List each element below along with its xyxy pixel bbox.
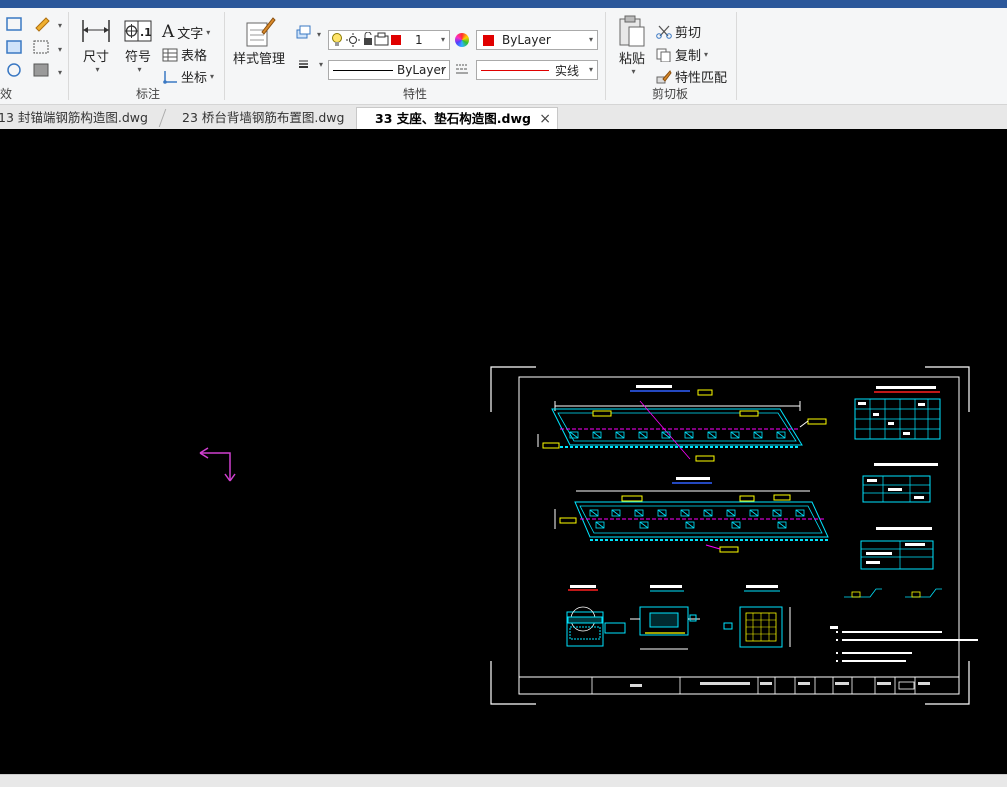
chevron-down-icon: ▾ [95,65,100,74]
svg-text:▾: ▾ [58,68,62,77]
ribbon: ▾ ▾ ▾ 效 尺寸 ▾ .1 符号 ▾ A 文字 ▾ 表格 坐标 ▾ 标注 样… [0,8,1007,105]
tab-label: 13 封锚端钢筋构造图.dwg [0,110,148,125]
symbol-icon: .1 [124,20,152,42]
chevron-down-icon: ▾ [588,35,593,44]
match-properties-button[interactable]: 特性匹配 [656,67,727,86]
chevron-down-icon: ▾ [137,65,142,74]
ucs-icon [199,447,236,482]
notes-block [830,626,978,662]
layer-state-icons [332,32,401,47]
title-bar [0,0,1007,8]
quantity-table-1 [854,386,941,440]
cut-button[interactable]: 剪切 [656,22,701,41]
color-swatch [483,34,494,46]
edit-tools-icon[interactable]: ▾ ▾ ▾ [4,14,64,80]
bearing-detail-1 [566,585,626,647]
group-label-partial: 效 [0,87,13,101]
drawing-canvas[interactable] [0,129,1007,774]
tab-label: 23 桥台背墙钢筋布置图.dwg [182,110,345,125]
cut-label: 剪切 [675,26,702,41]
partial-tools: ▾ ▾ ▾ [4,14,64,83]
upper-plan-view [537,385,827,462]
tab-document-33[interactable]: 33 支座、垫石构造图.dwg × [356,107,558,129]
style-manager-label: 样式管理 [232,52,285,67]
quantity-table-2 [862,463,938,503]
layer-select[interactable]: 1 ▾ [328,30,450,50]
text-a-icon: A [162,22,175,42]
table-button[interactable]: 表格 [162,45,207,64]
linetype-value: ByLayer [397,63,446,77]
chevron-down-icon: ▾ [631,67,636,76]
chevron-down-icon: ▾ [588,65,593,74]
upper-bearing-row [569,431,786,439]
svg-text:▾: ▾ [58,45,62,54]
match-properties-label: 特性匹配 [675,71,728,86]
dimension-label: 尺寸 [82,50,109,65]
chevron-down-icon: ▾ [440,65,445,74]
dimension-button[interactable]: 尺寸 ▾ [78,16,114,74]
lineweight-select[interactable]: 实线 ▾ [476,60,598,80]
tab-divider [158,109,167,127]
drawing-svg [199,366,978,705]
close-icon[interactable]: × [539,108,551,130]
bearing-detail-3 [723,585,791,648]
paste-icon [619,15,645,47]
layer-properties-icon[interactable]: ▾ [296,24,326,45]
svg-text:▾: ▾ [58,21,62,30]
lineweight-icon[interactable]: ▾ [298,57,328,74]
tab-document-23[interactable]: 23 桥台背墙钢筋布置图.dwg [178,107,348,129]
small-details [844,588,942,598]
lineweight-preview [481,69,549,71]
svg-text:▾: ▾ [319,60,323,69]
color-select[interactable]: ByLayer ▾ [476,30,598,50]
document-tabs: 13 封锚端钢筋构造图.dwg 23 桥台背墙钢筋布置图.dwg 33 支座、垫… [0,105,1007,130]
linetype-select[interactable]: ByLayer ▾ [328,60,450,80]
copy-label: 复制 [675,49,702,64]
group-label-properties: 特性 [402,87,427,101]
coordinate-icon [163,70,177,84]
linetype-preview [333,69,393,71]
symbol-label: 符号 [124,50,151,65]
chevron-down-icon: ▾ [440,35,445,44]
linetype-scale-icon[interactable] [455,63,469,78]
group-label-clipboard: 剪切板 [651,87,688,101]
chevron-down-icon: ▾ [704,50,709,59]
style-manager-icon [246,17,276,47]
quantity-table-3 [860,527,934,570]
table-icon [162,48,178,61]
tab-label: 33 支座、垫石构造图.dwg [375,111,531,126]
color-value: ByLayer [502,33,551,47]
layer-value: 1 [415,33,423,47]
coordinate-button[interactable]: 坐标 ▾ [162,67,214,86]
svg-text:▾: ▾ [317,30,321,39]
bearing-detail-2 [630,585,700,650]
symbol-button[interactable]: .1 符号 ▾ [122,16,154,74]
copy-button[interactable]: 复制 ▾ [656,45,708,64]
copy-icon [656,48,671,62]
svg-text:.1: .1 [140,26,152,39]
color-wheel-icon[interactable] [455,33,469,47]
paste-label: 粘贴 [618,52,645,67]
dimension-icon [82,20,110,42]
style-manager-button[interactable]: 样式管理 [230,14,288,67]
group-label-annotation: 标注 [135,87,160,101]
coordinate-label: 坐标 [181,71,208,86]
lineweight-value: 实线 [555,63,580,78]
scissors-icon [656,25,672,39]
text-label: 文字 [177,26,204,42]
chevron-down-icon: ▾ [206,27,211,37]
paste-button[interactable]: 粘贴 ▾ [612,14,652,76]
match-properties-icon [656,69,672,83]
table-label: 表格 [181,49,208,64]
tab-document-13[interactable]: 13 封锚端钢筋构造图.dwg [0,107,154,129]
text-button[interactable]: A 文字 ▾ [162,22,210,42]
status-bar [0,774,1007,787]
chevron-down-icon: ▾ [210,72,215,81]
